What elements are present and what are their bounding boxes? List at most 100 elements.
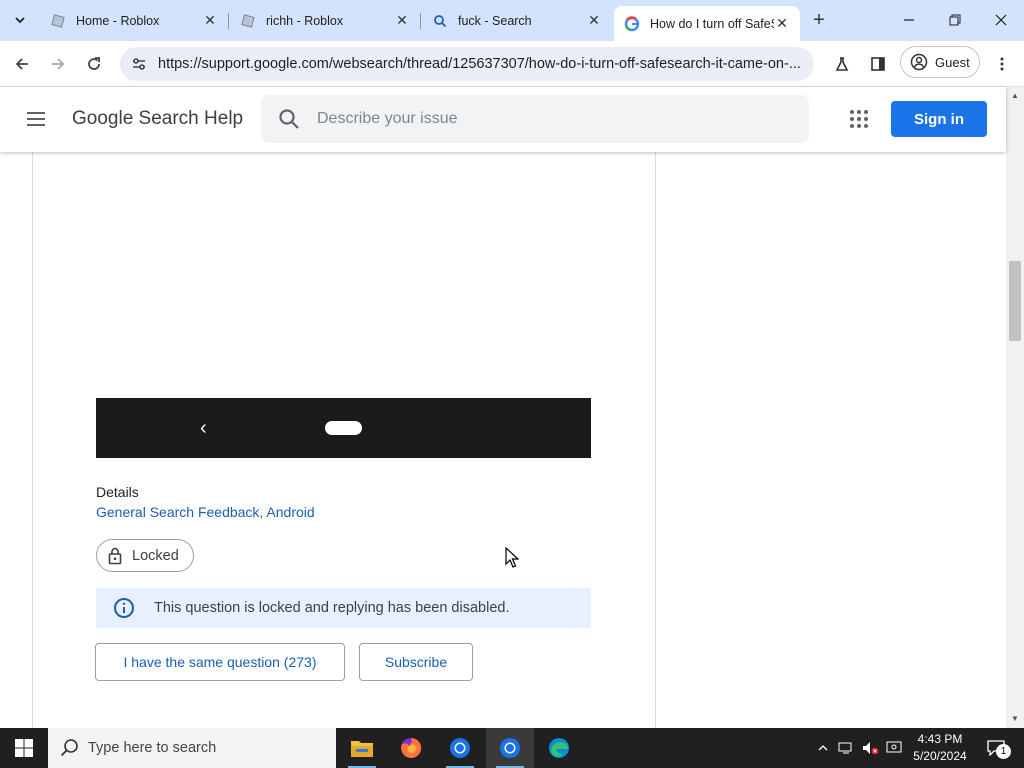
side-panel-button[interactable] xyxy=(862,48,894,80)
search-placeholder: Describe your issue xyxy=(317,110,458,127)
network-tray[interactable] xyxy=(836,728,856,768)
tab-search[interactable]: fuck - Search ✕ xyxy=(422,6,612,35)
new-tab-button[interactable]: + xyxy=(808,9,830,31)
close-tab-icon[interactable]: ✕ xyxy=(586,12,602,29)
tab-title: Home - Roblox xyxy=(76,13,160,28)
notice-text: This question is locked and replying has… xyxy=(154,600,510,616)
page-title[interactable]: Google Search Help xyxy=(72,108,243,130)
tab-how-do-i-turn-off[interactable]: How do I turn off SafeSearch ✕ xyxy=(614,6,800,41)
chrome-icon xyxy=(450,738,470,758)
apps-grid-icon[interactable] xyxy=(847,107,871,131)
tab-search-button[interactable] xyxy=(8,8,32,32)
clock-date: 5/20/2024 xyxy=(913,749,967,763)
network-icon xyxy=(838,742,852,754)
minimize-button[interactable] xyxy=(886,0,932,40)
volume-tray[interactable] xyxy=(860,728,882,768)
chrome-icon xyxy=(500,738,520,758)
page-scrollbar[interactable]: ▲ ▼ xyxy=(1006,87,1024,728)
same-question-button[interactable]: I have the same question (273) xyxy=(95,643,345,681)
search-icon xyxy=(60,739,78,757)
edge-icon xyxy=(549,738,569,758)
more-vert-icon xyxy=(1000,57,1004,71)
close-tab-icon[interactable]: ✕ xyxy=(202,12,218,29)
notification-count: 1 xyxy=(996,744,1011,759)
close-tab-icon[interactable]: ✕ xyxy=(774,15,790,32)
taskbar-search-input[interactable]: Type here to search xyxy=(48,728,336,768)
nav-back-icon: ‹ xyxy=(200,417,207,439)
labs-button[interactable] xyxy=(826,48,858,80)
scroll-up-icon[interactable]: ▲ xyxy=(1011,91,1019,100)
screenshot-image: ‹ xyxy=(96,398,591,458)
address-bar[interactable]: https://support.google.com/websearch/thr… xyxy=(120,47,814,81)
forward-button[interactable] xyxy=(42,48,74,80)
hamburger-menu-icon[interactable] xyxy=(24,107,48,131)
search-icon xyxy=(279,109,299,129)
taskbar-chrome-2[interactable] xyxy=(486,728,534,768)
thread-content: ‹ Details General Search Feedback, Andro… xyxy=(0,152,1006,728)
help-center-header: Google Search Help Describe your issue S… xyxy=(0,87,1006,152)
forward-arrow-icon xyxy=(52,58,65,70)
chevron-down-icon xyxy=(15,17,25,24)
restore-button[interactable] xyxy=(932,0,978,40)
account-icon xyxy=(910,53,928,71)
tab-strip: Home - Roblox ✕ richh - Roblox ✕ fuck - … xyxy=(0,0,1024,41)
info-icon xyxy=(114,598,134,618)
site-info-icon[interactable] xyxy=(122,47,156,81)
notifications-button[interactable]: 1 xyxy=(978,728,1014,768)
details-heading: Details xyxy=(96,484,139,500)
tab-richh-roblox[interactable]: richh - Roblox ✕ xyxy=(230,6,420,35)
locked-label: Locked xyxy=(132,547,179,564)
sign-in-button[interactable]: Sign in xyxy=(891,101,987,137)
display-icon xyxy=(886,741,902,753)
close-tab-icon[interactable]: ✕ xyxy=(394,12,410,29)
details-category-link[interactable]: General Search Feedback, Android xyxy=(96,504,315,520)
tab-title: richh - Roblox xyxy=(266,13,344,28)
back-arrow-icon xyxy=(15,58,28,70)
lock-icon xyxy=(108,547,122,564)
restore-icon xyxy=(949,14,961,26)
taskbar-chrome-1[interactable] xyxy=(436,728,484,768)
taskbar-clock[interactable]: 4:43 PM 5/20/2024 xyxy=(906,731,974,765)
locked-badge: Locked xyxy=(96,539,194,572)
display-tray[interactable] xyxy=(884,728,904,768)
profile-label: Guest xyxy=(935,54,970,70)
reload-button[interactable] xyxy=(78,48,110,80)
home-pill-icon xyxy=(325,421,362,435)
scroll-down-icon[interactable]: ▼ xyxy=(1011,714,1019,723)
chevron-up-icon xyxy=(818,745,828,751)
roblox-favicon-icon xyxy=(50,13,66,29)
flask-icon xyxy=(835,57,849,71)
start-button[interactable] xyxy=(0,728,48,768)
profile-button[interactable]: Guest xyxy=(900,46,980,78)
reload-icon xyxy=(88,57,100,70)
browser-menu-button[interactable] xyxy=(986,48,1018,80)
taskbar-search-placeholder: Type here to search xyxy=(88,740,217,756)
close-icon xyxy=(995,14,1007,26)
mouse-cursor-icon xyxy=(505,547,519,568)
side-panel-icon xyxy=(871,57,885,71)
url-text: https://support.google.com/websearch/thr… xyxy=(158,56,801,72)
tab-title: How do I turn off SafeSearch xyxy=(650,16,774,31)
show-hidden-icons-button[interactable] xyxy=(814,728,832,768)
tab-separator xyxy=(228,13,229,29)
folder-icon xyxy=(351,741,373,757)
back-button[interactable] xyxy=(6,48,38,80)
locked-notice: This question is locked and replying has… xyxy=(96,588,591,628)
volume-muted-icon xyxy=(863,742,879,755)
minimize-icon xyxy=(904,19,914,21)
google-favicon-icon xyxy=(624,15,640,32)
windows-logo-icon xyxy=(15,739,33,757)
close-window-button[interactable] xyxy=(978,0,1024,40)
scrollbar-thumb[interactable] xyxy=(1009,261,1021,341)
tab-home-roblox[interactable]: Home - Roblox ✕ xyxy=(40,6,228,35)
firefox-icon xyxy=(401,737,422,758)
taskbar-firefox[interactable] xyxy=(387,728,435,768)
help-search-input[interactable]: Describe your issue xyxy=(261,95,809,143)
tab-separator xyxy=(420,13,421,29)
roblox-favicon-icon xyxy=(240,13,256,29)
taskbar-file-explorer[interactable] xyxy=(338,728,386,768)
windows-taskbar: Type here to search 4:43 PM 5/20/2024 1 xyxy=(0,728,1024,768)
subscribe-button[interactable]: Subscribe xyxy=(359,643,473,681)
search-favicon-icon xyxy=(432,13,448,29)
taskbar-edge[interactable] xyxy=(535,728,583,768)
